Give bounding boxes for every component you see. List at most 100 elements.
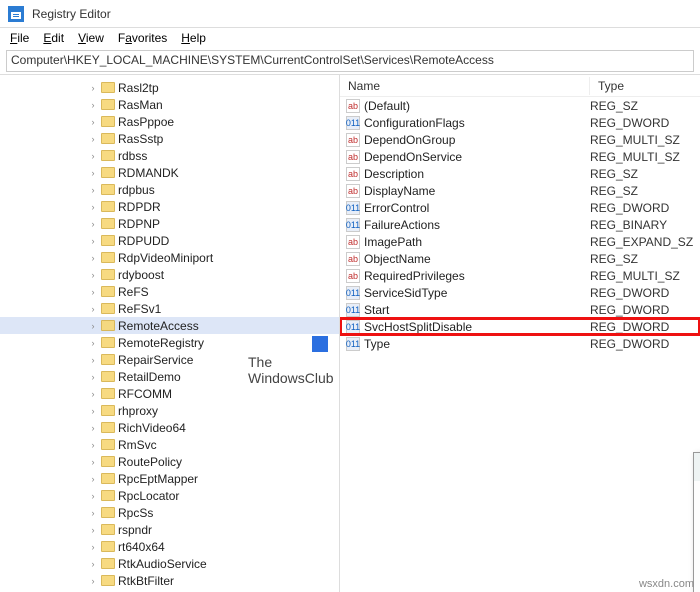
binary-value-icon: 011	[346, 218, 360, 232]
folder-icon	[101, 541, 115, 552]
folder-icon	[101, 303, 115, 314]
tree-item[interactable]: ›RichVideo64	[0, 419, 339, 436]
tree-item[interactable]: ›RmSvc	[0, 436, 339, 453]
tree-item[interactable]: ›ReFSv1	[0, 300, 339, 317]
tree-item[interactable]: ›RDPUDD	[0, 232, 339, 249]
tree-pane[interactable]: ›Rasl2tp›RasMan›RasPppoe›RasSstp›rdbss›R…	[0, 75, 340, 592]
tree-item-label: ReFS	[118, 285, 149, 299]
row-name: Type	[364, 337, 590, 351]
tree-item[interactable]: ›RtkAudioService	[0, 555, 339, 572]
list-row[interactable]: 011ServiceSidTypeREG_DWORD	[340, 284, 700, 301]
tree-item[interactable]: ›RoutePolicy	[0, 453, 339, 470]
tree-item-label: RdpVideoMiniport	[118, 251, 213, 265]
tree-item[interactable]: ›RasPppoe	[0, 113, 339, 130]
tree-item[interactable]: ›rhproxy	[0, 402, 339, 419]
folder-icon	[101, 269, 115, 280]
row-name: ServiceSidType	[364, 286, 590, 300]
chevron-right-icon: ›	[88, 474, 98, 484]
tree-item-label: RetailDemo	[118, 370, 181, 384]
tree-item[interactable]: ›RpcLocator	[0, 487, 339, 504]
chevron-right-icon: ›	[88, 253, 98, 263]
tree-item-label: RepairService	[118, 353, 193, 367]
tree-item[interactable]: ›RFCOMM	[0, 385, 339, 402]
list-row[interactable]: 011TypeREG_DWORD	[340, 335, 700, 352]
folder-icon	[101, 133, 115, 144]
folder-icon	[101, 99, 115, 110]
row-name: ImagePath	[364, 235, 590, 249]
folder-icon	[101, 439, 115, 450]
folder-icon	[101, 575, 115, 586]
row-type: REG_DWORD	[590, 116, 669, 130]
row-type: REG_MULTI_SZ	[590, 150, 680, 164]
tree-item[interactable]: ›RasMan	[0, 96, 339, 113]
tree-item[interactable]: › RdpVideoMiniport	[0, 249, 339, 266]
folder-icon	[101, 507, 115, 518]
tree-item[interactable]: ›rt640x64	[0, 538, 339, 555]
tree-item[interactable]: ›ReFS	[0, 283, 339, 300]
list-row[interactable]: abRequiredPrivilegesREG_MULTI_SZ	[340, 267, 700, 284]
list-row[interactable]: abObjectNameREG_SZ	[340, 250, 700, 267]
tree-item[interactable]: ›RDPDR	[0, 198, 339, 215]
tree-item[interactable]: ›RtkBtFilter	[0, 572, 339, 589]
binary-value-icon: 011	[346, 337, 360, 351]
row-name: DependOnService	[364, 150, 590, 164]
folder-icon	[101, 388, 115, 399]
list-row[interactable]: 011StartREG_DWORD	[340, 301, 700, 318]
menu-view[interactable]: View	[72, 29, 110, 47]
row-type: REG_MULTI_SZ	[590, 133, 680, 147]
row-type: REG_SZ	[590, 99, 638, 113]
list-row[interactable]: abDescriptionREG_SZ	[340, 165, 700, 182]
chevron-right-icon: ›	[88, 457, 98, 467]
list-row[interactable]: ab(Default)REG_SZ	[340, 97, 700, 114]
chevron-right-icon: ›	[88, 525, 98, 535]
binary-value-icon: 011	[346, 303, 360, 317]
list-row[interactable]: ab DependOnServiceREG_MULTI_SZ	[340, 148, 700, 165]
tree-item-label: rt640x64	[118, 540, 165, 554]
tree-item-label: RemoteAccess	[118, 319, 199, 333]
chevron-right-icon: ›	[88, 338, 98, 348]
menu-file[interactable]: File	[4, 29, 35, 47]
tree-item[interactable]: ›rdyboost	[0, 266, 339, 283]
folder-icon	[101, 371, 115, 382]
list-row[interactable]: 011ConfigurationFlagsREG_DWORD	[340, 114, 700, 131]
tree-item-label: RmSvc	[118, 438, 157, 452]
tree-item[interactable]: ›Rasl2tp	[0, 79, 339, 96]
tree-item-label: RtkAudioService	[118, 557, 207, 571]
chevron-right-icon: ›	[88, 185, 98, 195]
list-row[interactable]: 011SvcHostSplitDisableREG_DWORD	[340, 318, 700, 335]
column-name[interactable]: Name	[340, 77, 590, 95]
folder-icon	[101, 286, 115, 297]
list-pane[interactable]: Name Type ab(Default)REG_SZ011Configurat…	[340, 75, 700, 592]
list-row[interactable]: abDisplayNameREG_SZ	[340, 182, 700, 199]
tree-item[interactable]: ›RpcSs	[0, 504, 339, 521]
tree-item-label: RasSstp	[118, 132, 163, 146]
tree-item-label: RDPUDD	[118, 234, 169, 248]
edit-dword-dialog: Edit DWORD (32-bit) Value ✕ Value name: …	[693, 452, 700, 592]
tree-item-label: rdyboost	[118, 268, 164, 282]
list-row[interactable]: 011ErrorControlREG_DWORD	[340, 199, 700, 216]
menu-favorites[interactable]: Favorites	[112, 29, 173, 47]
watermark-text: wsxdn.com	[639, 578, 694, 590]
row-name: DisplayName	[364, 184, 590, 198]
chevron-right-icon: ›	[88, 100, 98, 110]
row-type: REG_EXPAND_SZ	[590, 235, 693, 249]
menu-edit[interactable]: Edit	[37, 29, 70, 47]
column-type[interactable]: Type	[590, 77, 700, 95]
tree-item[interactable]: ›RDMANDK	[0, 164, 339, 181]
address-bar[interactable]: Computer\HKEY_LOCAL_MACHINE\SYSTEM\Curre…	[6, 50, 694, 72]
tree-item[interactable]: ›rdpbus	[0, 181, 339, 198]
titlebar: Registry Editor	[0, 0, 700, 28]
tree-item[interactable]: ›rspndr	[0, 521, 339, 538]
menu-help[interactable]: Help	[175, 29, 212, 47]
folder-icon	[101, 218, 115, 229]
tree-item[interactable]: ›rdbss	[0, 147, 339, 164]
tree-item[interactable]: ›RasSstp	[0, 130, 339, 147]
tree-item[interactable]: ›RpcEptMapper	[0, 470, 339, 487]
list-row[interactable]: 011FailureActionsREG_BINARY	[340, 216, 700, 233]
list-row[interactable]: abDependOnGroupREG_MULTI_SZ	[340, 131, 700, 148]
tree-item[interactable]: ›RemoteAccess	[0, 317, 339, 334]
tree-item[interactable]: ›RDPNP	[0, 215, 339, 232]
string-value-icon: ab	[346, 150, 360, 164]
list-row[interactable]: abImagePathREG_EXPAND_SZ	[340, 233, 700, 250]
row-name: ConfigurationFlags	[364, 116, 590, 130]
